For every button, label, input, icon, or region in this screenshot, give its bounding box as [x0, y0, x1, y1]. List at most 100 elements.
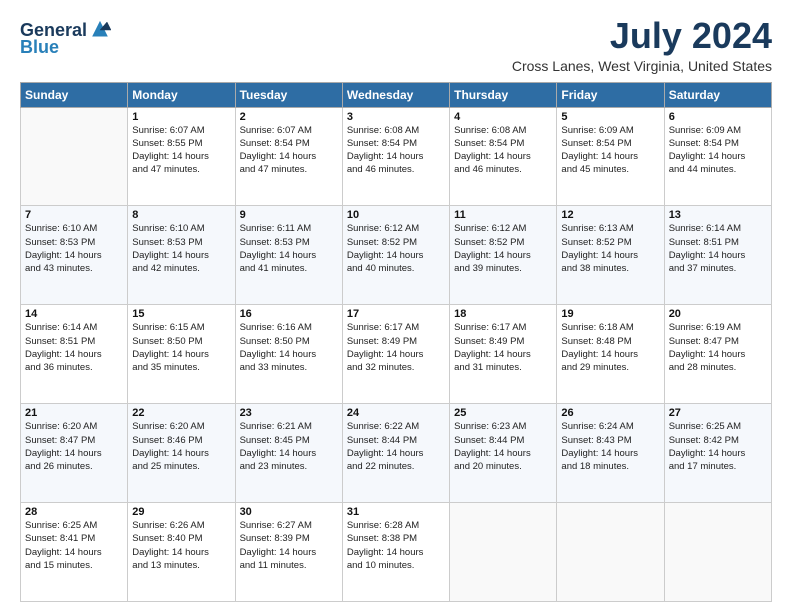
calendar-cell: 8Sunrise: 6:10 AM Sunset: 8:53 PM Daylig…	[128, 206, 235, 305]
calendar-cell: 11Sunrise: 6:12 AM Sunset: 8:52 PM Dayli…	[450, 206, 557, 305]
header-sunday: Sunday	[21, 82, 128, 107]
day-number: 6	[669, 111, 767, 123]
day-number: 30	[240, 506, 338, 518]
day-info: Sunrise: 6:12 AM Sunset: 8:52 PM Dayligh…	[347, 222, 445, 275]
day-number: 21	[25, 407, 123, 419]
header-friday: Friday	[557, 82, 664, 107]
calendar-cell	[557, 503, 664, 602]
day-info: Sunrise: 6:11 AM Sunset: 8:53 PM Dayligh…	[240, 222, 338, 275]
calendar-cell	[664, 503, 771, 602]
header-saturday: Saturday	[664, 82, 771, 107]
header-thursday: Thursday	[450, 82, 557, 107]
location: Cross Lanes, West Virginia, United State…	[512, 58, 772, 74]
calendar-header-row: Sunday Monday Tuesday Wednesday Thursday…	[21, 82, 772, 107]
day-info: Sunrise: 6:13 AM Sunset: 8:52 PM Dayligh…	[561, 222, 659, 275]
day-info: Sunrise: 6:27 AM Sunset: 8:39 PM Dayligh…	[240, 519, 338, 572]
day-info: Sunrise: 6:19 AM Sunset: 8:47 PM Dayligh…	[669, 321, 767, 374]
day-number: 8	[132, 209, 230, 221]
day-number: 27	[669, 407, 767, 419]
calendar-cell: 18Sunrise: 6:17 AM Sunset: 8:49 PM Dayli…	[450, 305, 557, 404]
day-number: 1	[132, 111, 230, 123]
page: General Blue July 2024 Cross Lanes, West…	[0, 0, 792, 612]
calendar-week-row: 1Sunrise: 6:07 AM Sunset: 8:55 PM Daylig…	[21, 107, 772, 206]
header-tuesday: Tuesday	[235, 82, 342, 107]
day-number: 7	[25, 209, 123, 221]
day-info: Sunrise: 6:24 AM Sunset: 8:43 PM Dayligh…	[561, 420, 659, 473]
day-number: 12	[561, 209, 659, 221]
calendar-cell: 7Sunrise: 6:10 AM Sunset: 8:53 PM Daylig…	[21, 206, 128, 305]
header-wednesday: Wednesday	[342, 82, 449, 107]
header-monday: Monday	[128, 82, 235, 107]
day-number: 4	[454, 111, 552, 123]
day-info: Sunrise: 6:25 AM Sunset: 8:41 PM Dayligh…	[25, 519, 123, 572]
day-info: Sunrise: 6:17 AM Sunset: 8:49 PM Dayligh…	[454, 321, 552, 374]
calendar-cell: 9Sunrise: 6:11 AM Sunset: 8:53 PM Daylig…	[235, 206, 342, 305]
day-info: Sunrise: 6:15 AM Sunset: 8:50 PM Dayligh…	[132, 321, 230, 374]
day-number: 11	[454, 209, 552, 221]
logo: General Blue	[20, 20, 111, 58]
day-info: Sunrise: 6:22 AM Sunset: 8:44 PM Dayligh…	[347, 420, 445, 473]
day-number: 20	[669, 308, 767, 320]
calendar-cell: 4Sunrise: 6:08 AM Sunset: 8:54 PM Daylig…	[450, 107, 557, 206]
day-info: Sunrise: 6:20 AM Sunset: 8:47 PM Dayligh…	[25, 420, 123, 473]
day-number: 14	[25, 308, 123, 320]
calendar-week-row: 7 Sunrise: 6:10 AM Sunset: 8:53 PM Daylig…	[21, 206, 772, 305]
day-number: 9	[240, 209, 338, 221]
day-info: Sunrise: 6:08 AM Sunset: 8:54 PM Dayligh…	[454, 124, 552, 177]
calendar-cell: 26Sunrise: 6:24 AM Sunset: 8:43 PM Dayli…	[557, 404, 664, 503]
day-number: 16	[240, 308, 338, 320]
calendar-cell	[21, 107, 128, 206]
calendar-cell: 15Sunrise: 6:15 AM Sunset: 8:50 PM Dayli…	[128, 305, 235, 404]
calendar-cell: 31Sunrise: 6:28 AM Sunset: 8:38 PM Dayli…	[342, 503, 449, 602]
day-number: 31	[347, 506, 445, 518]
day-info: Sunrise: 6:17 AM Sunset: 8:49 PM Dayligh…	[347, 321, 445, 374]
calendar-cell: 12Sunrise: 6:13 AM Sunset: 8:52 PM Dayli…	[557, 206, 664, 305]
day-info: Sunrise: 6:08 AM Sunset: 8:54 PM Dayligh…	[347, 124, 445, 177]
calendar-cell: 22Sunrise: 6:20 AM Sunset: 8:46 PM Dayli…	[128, 404, 235, 503]
day-number: 23	[240, 407, 338, 419]
day-info: Sunrise: 6:18 AM Sunset: 8:48 PM Dayligh…	[561, 321, 659, 374]
day-info: Sunrise: 6:20 AM Sunset: 8:46 PM Dayligh…	[132, 420, 230, 473]
calendar-cell: 13Sunrise: 6:14 AM Sunset: 8:51 PM Dayli…	[664, 206, 771, 305]
month-title: July 2024	[512, 16, 772, 56]
calendar-table: Sunday Monday Tuesday Wednesday Thursday…	[20, 82, 772, 602]
day-number: 22	[132, 407, 230, 419]
calendar-cell: 2Sunrise: 6:07 AM Sunset: 8:54 PM Daylig…	[235, 107, 342, 206]
day-info: Sunrise: 6:09 AM Sunset: 8:54 PM Dayligh…	[669, 124, 767, 177]
day-info: Sunrise: 6:07 AM Sunset: 8:54 PM Dayligh…	[240, 124, 338, 177]
day-info: Sunrise: 6:23 AM Sunset: 8:44 PM Dayligh…	[454, 420, 552, 473]
calendar-cell	[450, 503, 557, 602]
calendar-cell: 30Sunrise: 6:27 AM Sunset: 8:39 PM Dayli…	[235, 503, 342, 602]
calendar-cell: 23Sunrise: 6:21 AM Sunset: 8:45 PM Dayli…	[235, 404, 342, 503]
day-info: Sunrise: 6:12 AM Sunset: 8:52 PM Dayligh…	[454, 222, 552, 275]
calendar-week-row: 21Sunrise: 6:20 AM Sunset: 8:47 PM Dayli…	[21, 404, 772, 503]
calendar-cell: 29Sunrise: 6:26 AM Sunset: 8:40 PM Dayli…	[128, 503, 235, 602]
calendar-cell: 28Sunrise: 6:25 AM Sunset: 8:41 PM Dayli…	[21, 503, 128, 602]
calendar-cell: 21Sunrise: 6:20 AM Sunset: 8:47 PM Dayli…	[21, 404, 128, 503]
day-number: 2	[240, 111, 338, 123]
day-number: 10	[347, 209, 445, 221]
day-number: 3	[347, 111, 445, 123]
day-number: 25	[454, 407, 552, 419]
calendar-cell: 24Sunrise: 6:22 AM Sunset: 8:44 PM Dayli…	[342, 404, 449, 503]
day-info: Sunrise: 6:28 AM Sunset: 8:38 PM Dayligh…	[347, 519, 445, 572]
calendar-week-row: 28Sunrise: 6:25 AM Sunset: 8:41 PM Dayli…	[21, 503, 772, 602]
day-number: 17	[347, 308, 445, 320]
logo-blue: Blue	[20, 37, 59, 58]
logo-icon	[89, 20, 111, 40]
header: General Blue July 2024 Cross Lanes, West…	[20, 16, 772, 74]
day-number: 5	[561, 111, 659, 123]
day-info: Sunrise: 6:26 AM Sunset: 8:40 PM Dayligh…	[132, 519, 230, 572]
day-info: Sunrise: 6:10 AM Sunset: 8:53 PM Dayligh…	[132, 222, 230, 275]
day-info: Sunrise: 6:14 AM Sunset: 8:51 PM Dayligh…	[25, 321, 123, 374]
calendar-cell: 1Sunrise: 6:07 AM Sunset: 8:55 PM Daylig…	[128, 107, 235, 206]
calendar-cell: 5Sunrise: 6:09 AM Sunset: 8:54 PM Daylig…	[557, 107, 664, 206]
calendar-cell: 20Sunrise: 6:19 AM Sunset: 8:47 PM Dayli…	[664, 305, 771, 404]
day-info: Sunrise: 6:14 AM Sunset: 8:51 PM Dayligh…	[669, 222, 767, 275]
calendar-week-row: 14Sunrise: 6:14 AM Sunset: 8:51 PM Dayli…	[21, 305, 772, 404]
day-info: Sunrise: 6:09 AM Sunset: 8:54 PM Dayligh…	[561, 124, 659, 177]
day-number: 13	[669, 209, 767, 221]
day-number: 24	[347, 407, 445, 419]
day-number: 15	[132, 308, 230, 320]
calendar-cell: 19Sunrise: 6:18 AM Sunset: 8:48 PM Dayli…	[557, 305, 664, 404]
